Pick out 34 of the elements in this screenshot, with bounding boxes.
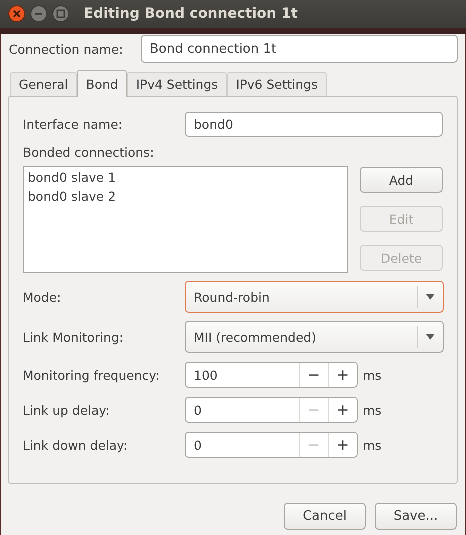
tab[interactable]: IPv6 Settings <box>227 72 328 96</box>
dropdown[interactable]: MII (recommended) <box>185 321 444 353</box>
minimize-icon[interactable] <box>30 5 48 23</box>
unit-label: ms <box>363 438 382 452</box>
tab[interactable]: IPv4 Settings <box>127 72 228 96</box>
connection-name-field[interactable]: Bond connection 1t <box>141 35 458 63</box>
number-field[interactable]: 100 − + <box>185 362 358 388</box>
list-item[interactable]: bond0 slave 2 <box>28 189 343 204</box>
combo-label: Link Monitoring: <box>23 330 125 344</box>
maximize-icon[interactable] <box>52 5 70 23</box>
close-icon[interactable] <box>8 5 26 23</box>
interface-name-label: Interface name: <box>23 117 124 132</box>
list-button[interactable]: Add <box>360 167 443 193</box>
caret-icon <box>426 334 435 340</box>
dialog-button[interactable]: Save... <box>375 503 457 530</box>
spin-label: Monitoring frequency: <box>23 368 161 382</box>
increment-button[interactable]: + <box>328 398 357 422</box>
window-title: Editing Bond connection 1t <box>84 6 298 22</box>
dialog-button[interactable]: Cancel <box>284 503 366 530</box>
dropdown[interactable]: Round-robin <box>185 281 444 313</box>
unit-label: ms <box>363 402 382 418</box>
caret-icon <box>426 294 435 300</box>
tab[interactable]: General <box>10 72 78 96</box>
tab[interactable]: Bond <box>77 70 128 97</box>
increment-button[interactable]: + <box>328 433 357 457</box>
increment-button[interactable]: + <box>328 363 357 387</box>
bonded-connections-label: Bonded connections: <box>23 145 154 160</box>
combo-label: Mode: <box>23 290 62 304</box>
spin-label: Link down delay: <box>23 438 129 452</box>
interface-name-field[interactable]: bond0 <box>185 112 443 137</box>
list-item[interactable]: bond0 slave 1 <box>28 170 343 185</box>
spin-label: Link up delay: <box>23 402 111 418</box>
connection-name-label: Connection name: <box>9 42 124 56</box>
unit-label: ms <box>363 368 382 382</box>
